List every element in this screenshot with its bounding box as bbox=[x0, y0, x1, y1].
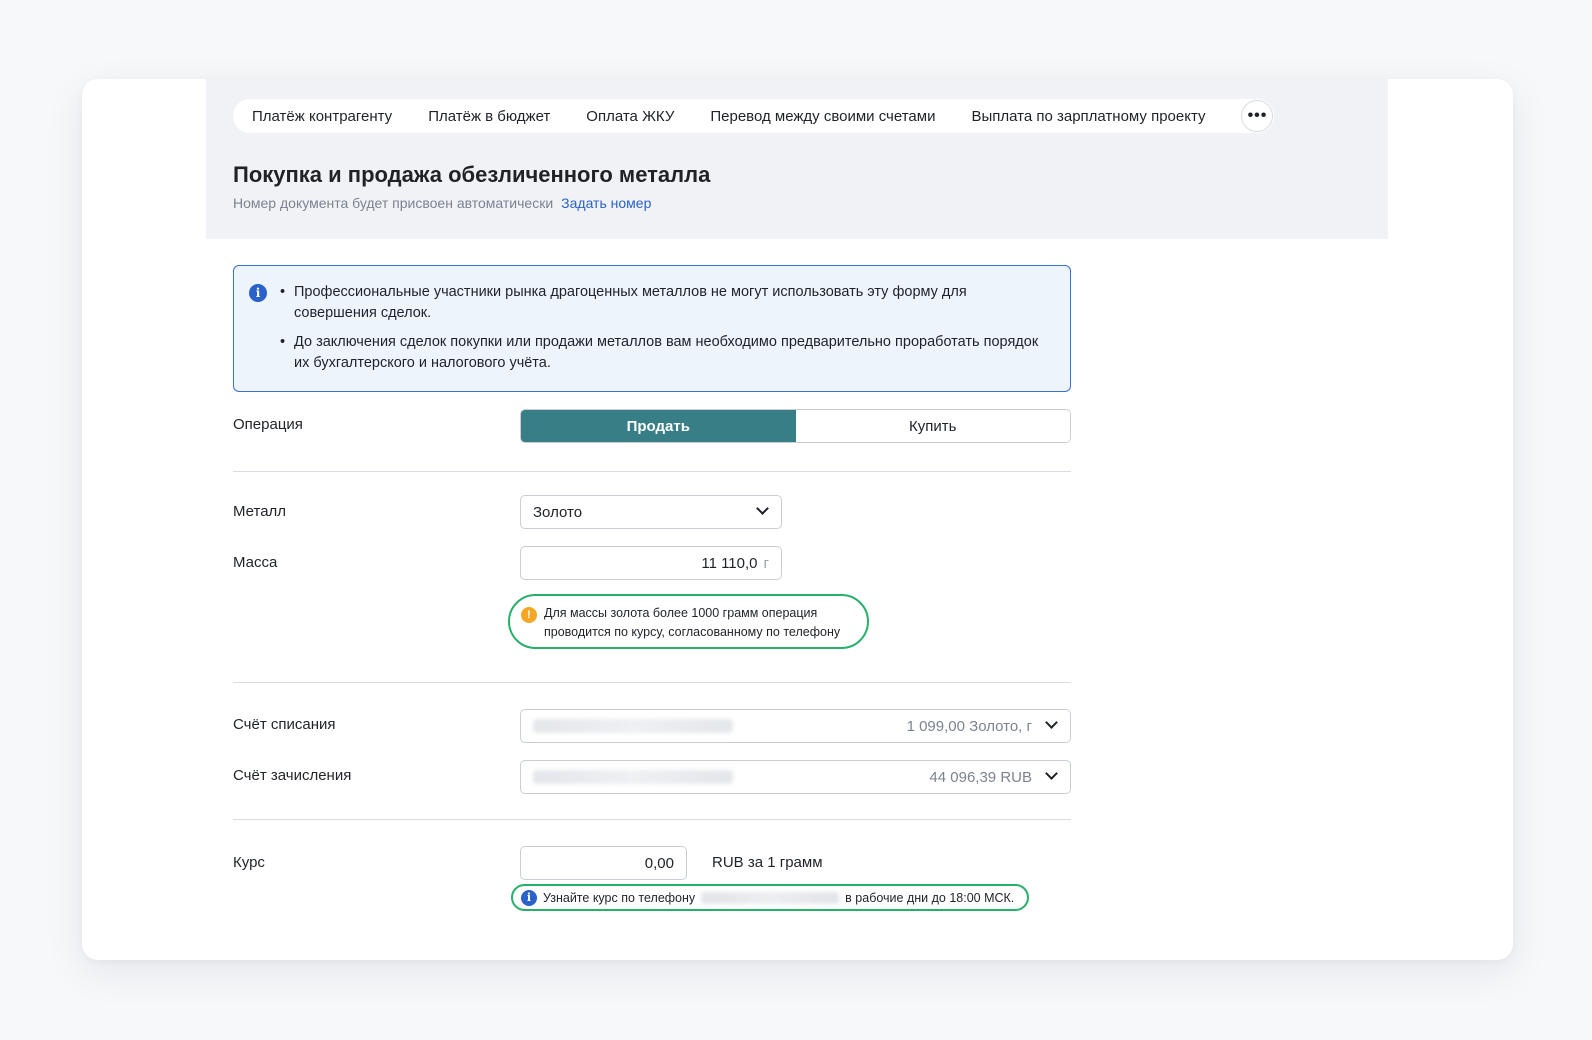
rate-label: Курс bbox=[233, 854, 265, 871]
masked-account-number bbox=[533, 719, 733, 733]
mass-unit: г bbox=[763, 554, 769, 572]
document-number-hint: Номер документа будет присвоен автоматич… bbox=[233, 195, 651, 211]
tab-salary-project-payment[interactable]: Выплата по зарплатному проекту bbox=[971, 108, 1205, 125]
metal-value: Золото bbox=[533, 503, 583, 521]
rate-phone-note: i Узнайте курс по телефону в рабочие дни… bbox=[511, 884, 1029, 911]
warning-icon: ! bbox=[521, 607, 537, 623]
tab-budget-payment[interactable]: Платёж в бюджет bbox=[428, 108, 550, 125]
page-title: Покупка и продажа обезличенного металла bbox=[233, 162, 711, 187]
payment-tabs: Платёж контрагенту Платёж в бюджет Оплат… bbox=[233, 99, 1275, 133]
set-number-link[interactable]: Задать номер bbox=[561, 195, 651, 211]
info-item: До заключения сделок покупки или продажи… bbox=[280, 332, 1040, 374]
mass-input[interactable]: 11 110,0 г bbox=[520, 546, 782, 580]
metal-select[interactable]: Золото bbox=[520, 495, 782, 529]
sell-option[interactable]: Продать bbox=[521, 410, 796, 442]
mass-warning: ! Для массы золота более 1000 грамм опер… bbox=[508, 594, 869, 649]
chevron-down-icon bbox=[1045, 767, 1058, 780]
tab-own-accounts-transfer[interactable]: Перевод между своими счетами bbox=[710, 108, 935, 125]
debit-account-select[interactable]: 1 099,00 Золото, г bbox=[520, 709, 1071, 743]
rate-value: 0,00 bbox=[644, 854, 674, 872]
document-number-text: Номер документа будет присвоен автоматич… bbox=[233, 195, 554, 211]
masked-account-number bbox=[533, 770, 733, 784]
divider bbox=[233, 471, 1071, 472]
operation-switch: Продать Купить bbox=[520, 409, 1071, 443]
more-icon[interactable]: ••• bbox=[1241, 100, 1274, 132]
credit-account-balance: 44 096,39 RUB bbox=[929, 768, 1032, 786]
rate-note-text: Узнайте курс по телефону bbox=[543, 890, 696, 905]
rate-unit: RUB за 1 грамм bbox=[712, 854, 823, 871]
masked-phone-number bbox=[701, 891, 840, 904]
operation-label: Операция bbox=[233, 416, 303, 433]
info-notice: i Профессиональные участники рынка драго… bbox=[233, 265, 1071, 392]
debit-account-label: Счёт списания bbox=[233, 716, 336, 733]
divider bbox=[233, 819, 1071, 820]
chevron-down-icon bbox=[1045, 716, 1058, 729]
info-icon: i bbox=[521, 889, 537, 906]
info-icon: i bbox=[249, 284, 267, 302]
credit-account-label: Счёт зачисления bbox=[233, 767, 352, 784]
debit-account-balance: 1 099,00 Золото, г bbox=[906, 717, 1032, 735]
mass-label: Масса bbox=[233, 554, 278, 571]
metal-label: Металл bbox=[233, 503, 287, 520]
chevron-down-icon bbox=[756, 502, 769, 515]
rate-note-hours: в рабочие дни до 18:00 МСК. bbox=[845, 890, 1015, 905]
tab-counterparty-payment[interactable]: Платёж контрагенту bbox=[252, 108, 392, 125]
buy-option[interactable]: Купить bbox=[795, 410, 1070, 442]
mass-value: 11 110,0 bbox=[701, 554, 758, 572]
info-list: Профессиональные участники рынка драгоце… bbox=[280, 282, 1040, 382]
mass-warning-text: Для массы золота более 1000 грамм операц… bbox=[544, 606, 841, 639]
divider bbox=[233, 682, 1071, 683]
info-item: Профессиональные участники рынка драгоце… bbox=[280, 282, 1040, 324]
rate-input[interactable]: 0,00 bbox=[520, 846, 687, 880]
tab-utilities-payment[interactable]: Оплата ЖКУ bbox=[586, 108, 674, 125]
credit-account-select[interactable]: 44 096,39 RUB bbox=[520, 760, 1071, 794]
